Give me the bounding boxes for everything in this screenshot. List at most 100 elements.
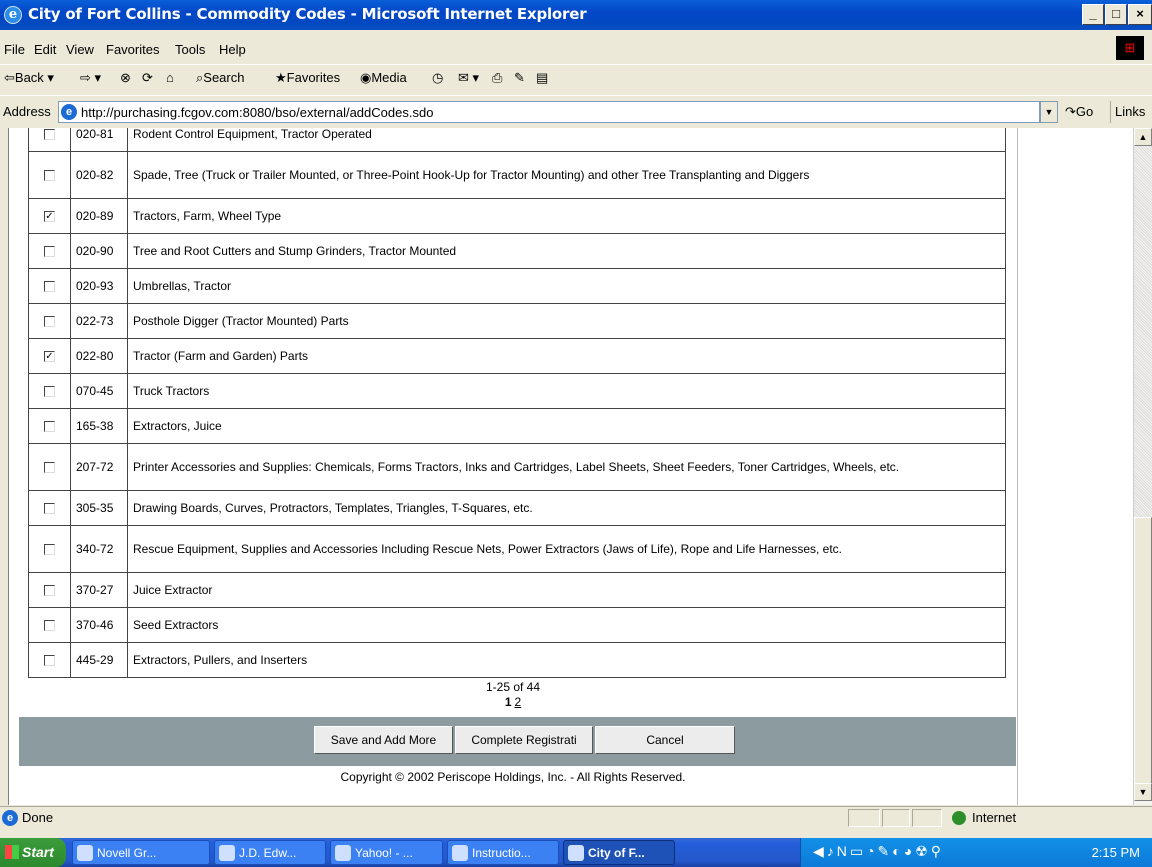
checkbox-cell: ✓ bbox=[28, 198, 71, 234]
jde-icon bbox=[219, 845, 235, 861]
windows-flag-icon bbox=[5, 845, 19, 859]
status-pane bbox=[912, 809, 942, 827]
task-city-of-fort-collins[interactable]: City of F... bbox=[563, 840, 675, 865]
search-button[interactable]: ⌕Search bbox=[196, 70, 244, 86]
media-icon: ◉ bbox=[360, 70, 372, 85]
go-button[interactable]: ↷Go bbox=[1065, 104, 1093, 120]
page-divider bbox=[1017, 128, 1018, 805]
print-button[interactable]: ⎙ bbox=[492, 70, 502, 86]
go-arrow-icon: ↷ bbox=[1065, 104, 1076, 119]
select-checkbox[interactable] bbox=[44, 281, 55, 293]
links-button[interactable]: Links bbox=[1110, 101, 1145, 123]
taskbar: Start Novell Gr... J.D. Edw... Yahoo! - … bbox=[0, 838, 1152, 867]
address-input[interactable]: e http://purchasing.fcgov.com:8080/bso/e… bbox=[58, 101, 1040, 123]
select-checkbox[interactable] bbox=[44, 386, 55, 398]
commodity-codes-table: 020-81 Rodent Control Equipment, Tractor … bbox=[28, 128, 1006, 678]
task-instructions[interactable]: Instructio... bbox=[447, 840, 559, 865]
task-novell[interactable]: Novell Gr... bbox=[72, 840, 210, 865]
discuss-button[interactable]: ▤ bbox=[536, 70, 548, 86]
home-button[interactable]: ⌂ bbox=[166, 70, 174, 85]
select-checkbox[interactable] bbox=[44, 585, 55, 597]
menu-file[interactable]: File bbox=[4, 42, 25, 57]
commodity-code: 020-81 bbox=[70, 128, 128, 152]
mail-button[interactable]: ✉ ▾ bbox=[458, 70, 479, 86]
task-jd-edwards[interactable]: J.D. Edw... bbox=[214, 840, 326, 865]
menu-tools[interactable]: Tools bbox=[175, 42, 205, 57]
commodity-code: 370-46 bbox=[70, 607, 128, 643]
standard-toolbar: ⇦Back ▾ ⇨ ▾ ⊗ ⟳ ⌂ ⌕Search ★Favorites ◉Me… bbox=[0, 64, 1152, 90]
address-label: Address bbox=[3, 104, 51, 119]
select-checkbox[interactable] bbox=[44, 421, 55, 433]
checkbox-cell bbox=[28, 373, 71, 409]
favorites-button[interactable]: ★Favorites bbox=[275, 70, 340, 86]
commodity-code: 020-90 bbox=[70, 233, 128, 269]
menu-help[interactable]: Help bbox=[219, 42, 246, 57]
minimize-button[interactable]: _ bbox=[1082, 4, 1104, 25]
novell-icon bbox=[77, 845, 93, 861]
address-dropdown-button[interactable]: ▼ bbox=[1040, 101, 1058, 123]
history-button[interactable]: ◷ bbox=[432, 70, 443, 86]
back-button[interactable]: ⇦Back ▾ bbox=[4, 70, 54, 86]
table-row: 020-90 Tree and Root Cutters and Stump Gr… bbox=[28, 233, 1006, 269]
result-range: 1-25 of 44 bbox=[485, 680, 541, 694]
close-button[interactable]: × bbox=[1128, 4, 1152, 25]
table-row: 020-81 Rodent Control Equipment, Tractor … bbox=[28, 128, 1006, 152]
address-url: http://purchasing.fcgov.com:8080/bso/ext… bbox=[81, 105, 434, 120]
select-checkbox[interactable] bbox=[44, 620, 55, 632]
vertical-scrollbar[interactable]: ▲ ▼ bbox=[1133, 128, 1152, 805]
select-checkbox[interactable] bbox=[44, 129, 55, 141]
checkbox-cell bbox=[28, 642, 71, 678]
window-title: City of Fort Collins - Commodity Codes -… bbox=[28, 5, 587, 23]
commodity-description: Printer Accessories and Supplies: Chemic… bbox=[127, 443, 1006, 491]
checkbox-cell bbox=[28, 151, 71, 199]
commodity-description: Rodent Control Equipment, Tractor Operat… bbox=[127, 128, 1006, 152]
select-checkbox[interactable]: ✓ bbox=[44, 211, 55, 223]
select-checkbox[interactable] bbox=[44, 316, 55, 328]
menu-edit[interactable]: Edit bbox=[34, 42, 56, 57]
scroll-thumb[interactable] bbox=[1134, 517, 1152, 797]
stop-icon: ⊗ bbox=[120, 70, 131, 85]
menu-favorites[interactable]: Favorites bbox=[106, 42, 159, 57]
select-checkbox[interactable]: ✓ bbox=[44, 351, 55, 363]
commodity-code: 340-72 bbox=[70, 525, 128, 573]
discuss-icon: ▤ bbox=[536, 70, 549, 85]
commodity-description: Seed Extractors bbox=[127, 607, 1006, 643]
select-checkbox[interactable] bbox=[44, 246, 55, 258]
checkbox-cell bbox=[28, 572, 71, 608]
scroll-track[interactable] bbox=[1134, 146, 1152, 517]
history-icon: ◷ bbox=[432, 70, 444, 85]
stop-button[interactable]: ⊗ bbox=[120, 70, 131, 86]
forward-button[interactable]: ⇨ ▾ bbox=[80, 70, 101, 86]
complete-registration-button[interactable]: Complete Registrati bbox=[455, 726, 593, 754]
save-and-add-more-button[interactable]: Save and Add More bbox=[314, 726, 453, 754]
menu-view[interactable]: View bbox=[66, 42, 94, 57]
cancel-button[interactable]: Cancel bbox=[595, 726, 735, 754]
scroll-down-button[interactable]: ▼ bbox=[1134, 783, 1152, 801]
select-checkbox[interactable] bbox=[44, 655, 55, 667]
edit-icon: ✎ bbox=[514, 70, 525, 85]
select-checkbox[interactable] bbox=[44, 462, 55, 474]
title-bar[interactable]: e City of Fort Collins - Commodity Codes… bbox=[0, 0, 1152, 30]
status-bar: e Done Internet bbox=[0, 806, 1152, 828]
chevron-down-icon: ▼ bbox=[1044, 107, 1054, 117]
commodity-description: Tractor (Farm and Garden) Parts bbox=[127, 338, 1006, 374]
tray-icons[interactable]: ◀♪N▭◔✎◐◕☢⚲ bbox=[813, 843, 944, 860]
select-checkbox[interactable] bbox=[44, 544, 55, 556]
table-row: 305-35 Drawing Boards, Curves, Protractor… bbox=[28, 490, 1006, 526]
checkbox-cell bbox=[28, 128, 71, 152]
table-row: 070-45 Truck Tractors bbox=[28, 373, 1006, 409]
edit-button[interactable]: ✎ bbox=[514, 70, 525, 86]
select-checkbox[interactable] bbox=[44, 170, 55, 182]
security-zone: Internet bbox=[972, 810, 1017, 825]
start-button[interactable]: Start bbox=[0, 838, 66, 867]
refresh-button[interactable]: ⟳ bbox=[142, 70, 153, 86]
back-arrow-icon: ⇦ bbox=[4, 70, 15, 85]
address-bar: Address e http://purchasing.fcgov.com:80… bbox=[0, 95, 1152, 127]
refresh-icon: ⟳ bbox=[142, 70, 153, 85]
maximize-button[interactable]: □ bbox=[1105, 4, 1127, 25]
media-button[interactable]: ◉Media bbox=[360, 70, 407, 86]
page-link-2[interactable]: 2 bbox=[515, 695, 522, 709]
task-yahoo[interactable]: Yahoo! - ... bbox=[330, 840, 443, 865]
select-checkbox[interactable] bbox=[44, 503, 55, 515]
scroll-up-button[interactable]: ▲ bbox=[1134, 128, 1152, 146]
